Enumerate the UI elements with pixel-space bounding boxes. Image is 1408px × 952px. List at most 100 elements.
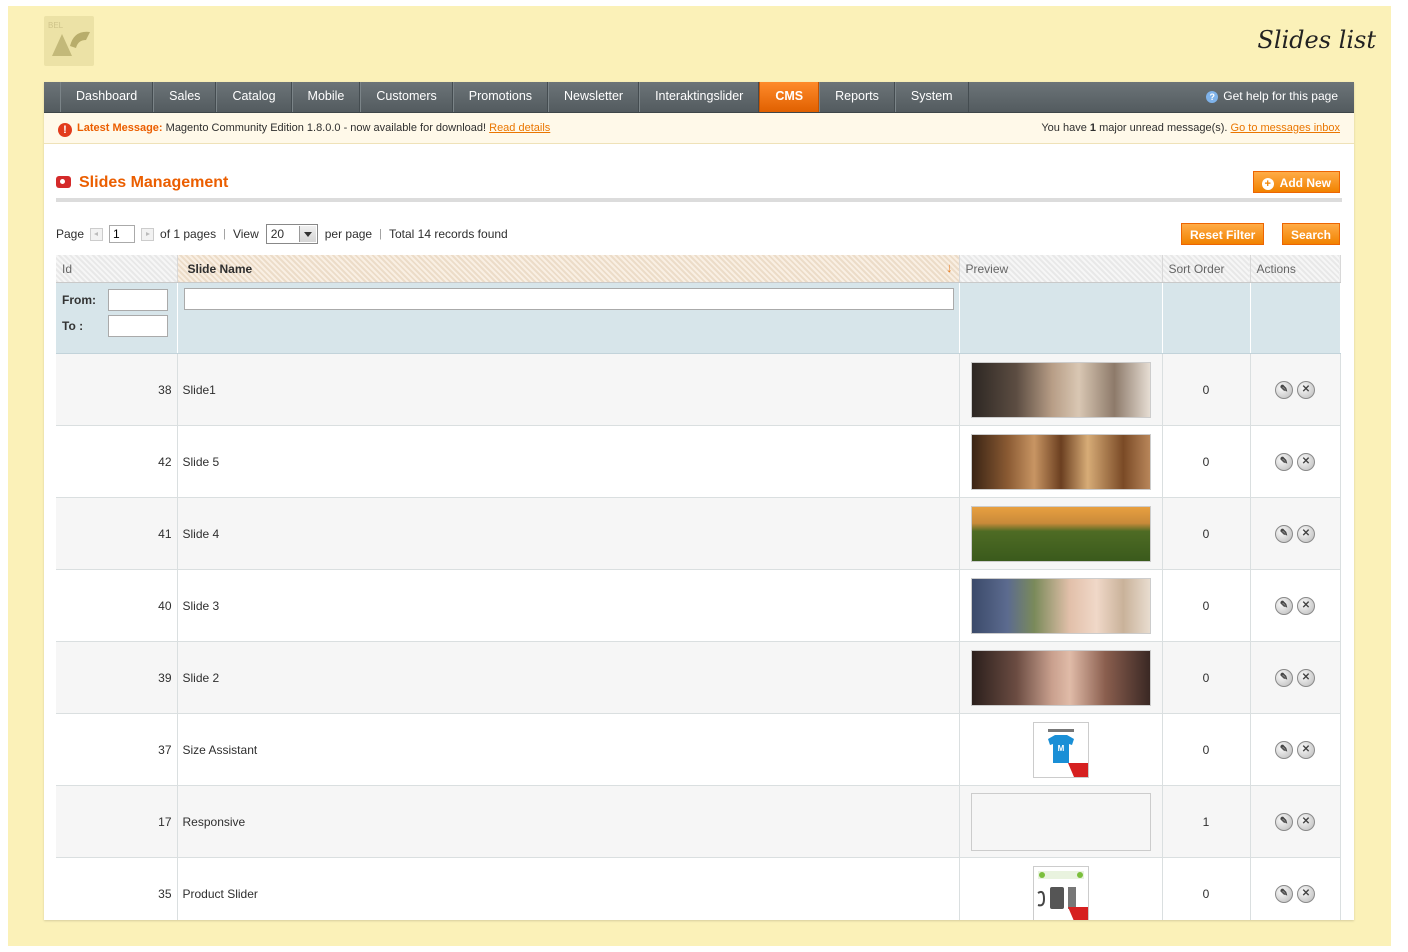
row-sort-order: 0 bbox=[1162, 497, 1251, 570]
actions-filter-cell bbox=[1250, 282, 1341, 354]
edit-icon[interactable]: ✎ bbox=[1275, 524, 1293, 543]
row-preview bbox=[959, 425, 1163, 498]
slide-name-filter-input[interactable] bbox=[183, 288, 954, 310]
top-navigation: Dashboard Sales Catalog Mobile Customers… bbox=[44, 82, 1354, 113]
row-sort-order: 1 bbox=[1162, 785, 1251, 858]
nav-dashboard[interactable]: Dashboard bbox=[60, 82, 154, 112]
nav-sales[interactable]: Sales bbox=[153, 82, 217, 112]
page-label: Page bbox=[56, 227, 85, 241]
column-slide-name[interactable]: Slide Name ↓ bbox=[176, 255, 960, 283]
sort-desc-icon: ↓ bbox=[946, 260, 953, 275]
table-row[interactable]: 41 Slide 4 0 ✎ ✕ bbox=[56, 497, 1341, 570]
preview-image bbox=[970, 649, 1151, 706]
name-filter-cell bbox=[177, 282, 960, 354]
id-filter: From: To : bbox=[56, 282, 178, 354]
read-details-link[interactable]: Read details bbox=[489, 122, 550, 134]
help-link[interactable]: ? Get help for this page bbox=[1206, 82, 1338, 110]
nav-catalog[interactable]: Catalog bbox=[216, 82, 292, 112]
row-id: 17 bbox=[56, 785, 178, 858]
nav-menu: Dashboard Sales Catalog Mobile Customers… bbox=[60, 82, 969, 112]
id-to-input[interactable] bbox=[108, 315, 168, 337]
svg-text:BEL: BEL bbox=[48, 21, 64, 30]
nav-customers[interactable]: Customers bbox=[360, 82, 453, 112]
page-title: Slides list bbox=[1257, 26, 1376, 54]
row-slide-name: Slide1 bbox=[177, 353, 960, 426]
row-id: 39 bbox=[56, 641, 178, 714]
edit-icon[interactable]: ✎ bbox=[1275, 884, 1293, 903]
filter-to-label: To : bbox=[62, 319, 84, 333]
edit-icon[interactable]: ✎ bbox=[1275, 380, 1293, 399]
delete-icon[interactable]: ✕ bbox=[1297, 884, 1315, 903]
delete-icon[interactable]: ✕ bbox=[1297, 740, 1315, 759]
column-slide-name-label: Slide Name bbox=[187, 261, 253, 276]
row-preview bbox=[959, 641, 1163, 714]
nav-system[interactable]: System bbox=[894, 82, 969, 112]
edit-icon[interactable]: ✎ bbox=[1275, 596, 1293, 615]
edit-icon[interactable]: ✎ bbox=[1275, 668, 1293, 687]
slides-icon bbox=[56, 176, 71, 188]
row-slide-name: Slide 4 bbox=[177, 497, 960, 570]
column-sort-order[interactable]: Sort Order bbox=[1162, 255, 1251, 283]
delete-icon[interactable]: ✕ bbox=[1297, 524, 1315, 543]
edit-icon[interactable]: ✎ bbox=[1275, 740, 1293, 759]
sort-filter-cell bbox=[1162, 282, 1251, 354]
pager-separator: | bbox=[223, 228, 226, 240]
row-actions: ✎ ✕ bbox=[1250, 569, 1341, 642]
product-slider-icon bbox=[1032, 865, 1089, 920]
table-row[interactable]: 42 Slide 5 0 ✎ ✕ bbox=[56, 425, 1341, 498]
empty-preview bbox=[970, 792, 1151, 851]
page-input[interactable] bbox=[109, 225, 136, 243]
unread-suffix: major unread message(s). bbox=[1099, 122, 1228, 134]
table-row[interactable]: 39 Slide 2 0 ✎ ✕ bbox=[56, 641, 1341, 714]
preview-image bbox=[970, 505, 1151, 562]
edit-icon[interactable]: ✎ bbox=[1275, 452, 1293, 471]
nav-cms[interactable]: CMS bbox=[759, 82, 820, 112]
table-row[interactable]: 40 Slide 3 0 ✎ ✕ bbox=[56, 569, 1341, 642]
row-actions: ✎ ✕ bbox=[1250, 785, 1341, 858]
help-label: Get help for this page bbox=[1223, 89, 1338, 103]
delete-icon[interactable]: ✕ bbox=[1297, 668, 1315, 687]
svg-text:M: M bbox=[1057, 744, 1064, 753]
table-row[interactable]: 38 Slide1 0 ✎ ✕ bbox=[56, 353, 1341, 426]
nav-mobile[interactable]: Mobile bbox=[291, 82, 361, 112]
help-icon: ? bbox=[1206, 91, 1219, 103]
nav-interaktingslider[interactable]: Interaktingslider bbox=[639, 82, 760, 112]
reset-filter-button[interactable]: Reset Filter bbox=[1181, 223, 1265, 245]
delete-icon[interactable]: ✕ bbox=[1297, 380, 1315, 399]
row-slide-name: Slide 3 bbox=[177, 569, 960, 642]
delete-icon[interactable]: ✕ bbox=[1297, 812, 1315, 831]
delete-icon[interactable]: ✕ bbox=[1297, 596, 1315, 615]
unread-count: 1 bbox=[1089, 122, 1097, 134]
id-from-input[interactable] bbox=[108, 289, 168, 311]
table-row[interactable]: 37 Size Assistant M 0 ✎ ✕ bbox=[56, 713, 1341, 786]
per-page-label: per page bbox=[324, 227, 373, 241]
edit-icon[interactable]: ✎ bbox=[1275, 812, 1293, 831]
preview-image bbox=[970, 361, 1151, 418]
column-id[interactable]: Id bbox=[56, 255, 178, 283]
prev-page-icon[interactable] bbox=[90, 227, 104, 241]
next-page-icon[interactable] bbox=[141, 227, 155, 241]
messages-inbox-link[interactable]: Go to messages inbox bbox=[1231, 122, 1340, 134]
row-sort-order: 0 bbox=[1162, 857, 1251, 920]
row-sort-order: 0 bbox=[1162, 713, 1251, 786]
row-actions: ✎ ✕ bbox=[1250, 497, 1341, 570]
row-actions: ✎ ✕ bbox=[1250, 641, 1341, 714]
row-slide-name: Slide 2 bbox=[177, 641, 960, 714]
add-new-button[interactable]: + Add New bbox=[1252, 171, 1340, 193]
per-page-select[interactable]: 20 bbox=[265, 224, 318, 244]
row-id: 38 bbox=[56, 353, 178, 426]
per-page-value: 20 bbox=[270, 227, 285, 241]
row-sort-order: 0 bbox=[1162, 569, 1251, 642]
nav-reports[interactable]: Reports bbox=[819, 82, 895, 112]
message-bar: ! Latest Message: Magento Community Editi… bbox=[44, 113, 1354, 144]
nav-promotions[interactable]: Promotions bbox=[452, 82, 549, 112]
row-sort-order: 0 bbox=[1162, 425, 1251, 498]
table-row[interactable]: 35 Product Slider 0 ✎ ✕ bbox=[56, 857, 1341, 920]
delete-icon[interactable]: ✕ bbox=[1297, 452, 1315, 471]
search-button[interactable]: Search bbox=[1281, 223, 1340, 245]
table-row[interactable]: 17 Responsive 1 ✎ ✕ bbox=[56, 785, 1341, 858]
row-actions: ✎ ✕ bbox=[1250, 353, 1341, 426]
nav-newsletter[interactable]: Newsletter bbox=[548, 82, 640, 112]
plus-icon: + bbox=[1261, 178, 1274, 190]
row-preview bbox=[959, 569, 1163, 642]
